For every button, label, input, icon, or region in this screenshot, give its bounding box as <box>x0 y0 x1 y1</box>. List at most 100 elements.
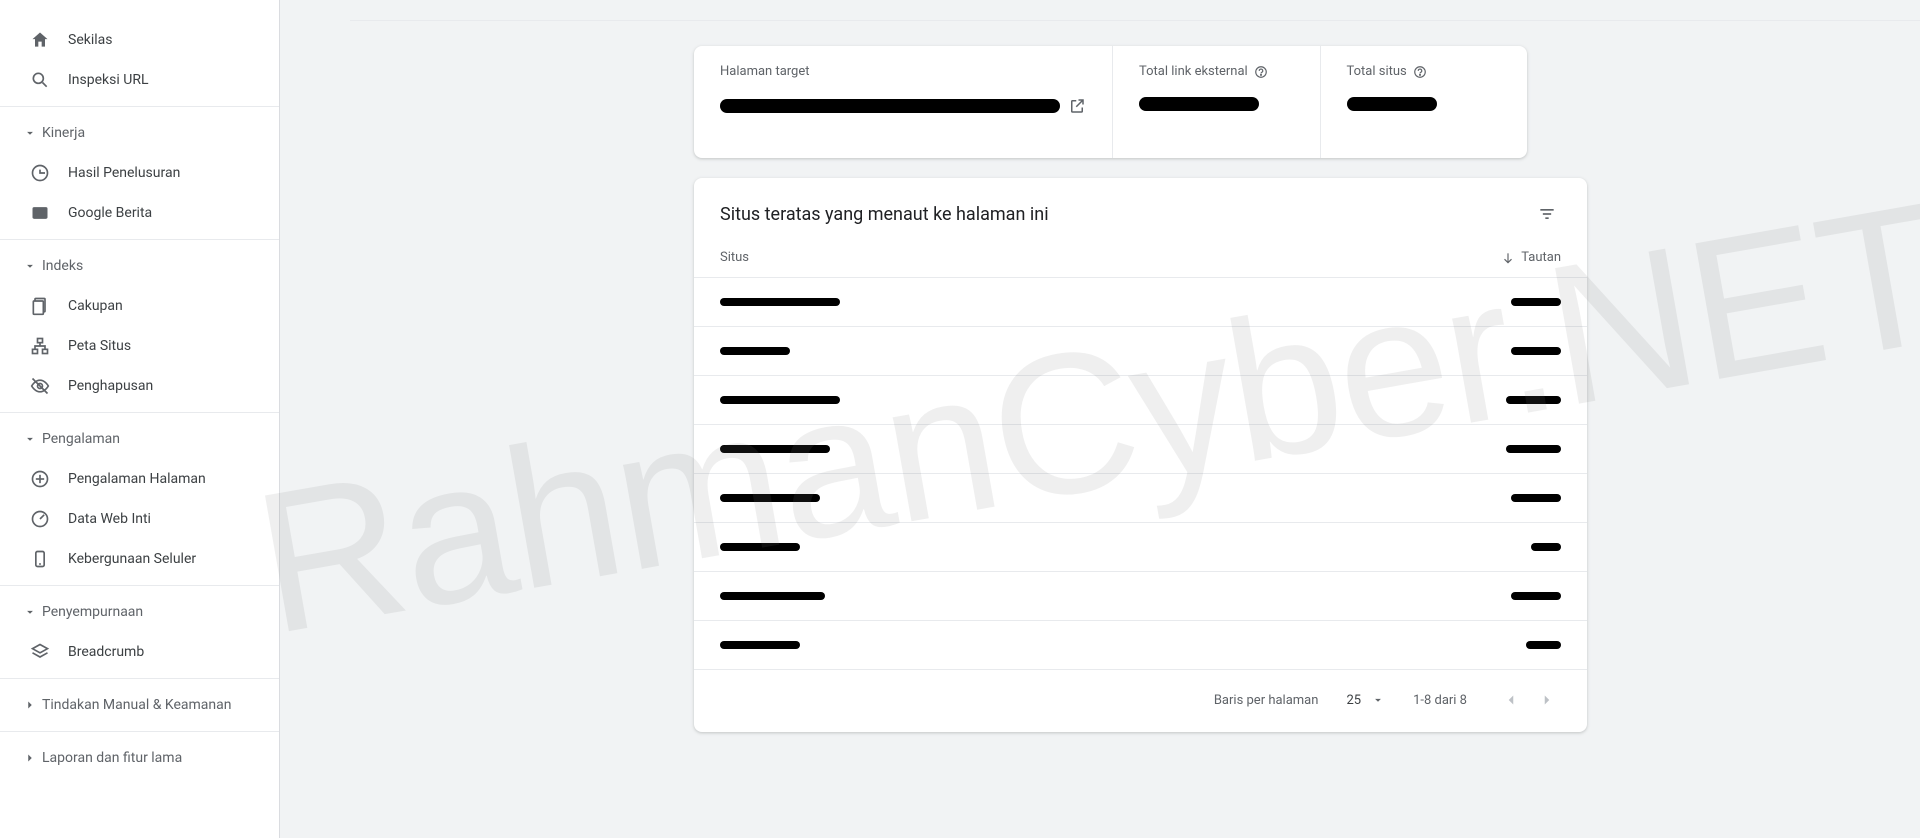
sidebar-item-overview[interactable]: Sekilas <box>0 20 279 60</box>
summary-value <box>1139 97 1294 111</box>
column-header-label: Tautan <box>1521 250 1561 265</box>
search-icon <box>28 68 52 92</box>
sidebar-item-label: Cakupan <box>68 298 123 314</box>
redacted-value <box>720 298 840 306</box>
table-row[interactable] <box>694 621 1587 670</box>
help-icon[interactable] <box>1413 65 1427 79</box>
help-icon[interactable] <box>1254 65 1268 79</box>
divider <box>0 412 279 413</box>
table-row[interactable] <box>694 572 1587 621</box>
divider <box>350 20 1920 21</box>
summary-card: Halaman target Total link eksternal <box>694 46 1527 158</box>
summary-label-text: Total link eksternal <box>1139 64 1248 79</box>
column-header-site[interactable]: Situs <box>720 250 749 265</box>
sidebar-item-coverage[interactable]: Cakupan <box>0 286 279 326</box>
sidebar-section-experience[interactable]: Pengalaman <box>0 419 279 459</box>
divider <box>0 678 279 679</box>
rows-per-page-select[interactable]: 25 <box>1346 693 1385 708</box>
sidebar-section-label: Indeks <box>42 258 83 274</box>
sidebar-section-label: Pengalaman <box>42 431 120 447</box>
sidebar-item-label: Inspeksi URL <box>68 72 149 88</box>
sitemap-icon <box>28 334 52 358</box>
sidebar-item-label: Penghapusan <box>68 378 153 394</box>
sidebar-item-mobile-usability[interactable]: Kebergunaan Seluler <box>0 539 279 579</box>
column-header-links[interactable]: Tautan <box>1501 250 1561 265</box>
table-row[interactable] <box>694 278 1587 327</box>
cell-links <box>1511 588 1561 604</box>
filter-button[interactable] <box>1533 200 1561 228</box>
summary-value <box>720 97 1086 115</box>
top-linking-sites-card: Situs teratas yang menaut ke halaman ini… <box>694 178 1587 732</box>
summary-label-text: Halaman target <box>720 64 810 79</box>
sidebar-item-google-news[interactable]: Google Berita <box>0 193 279 233</box>
table-title: Situs teratas yang menaut ke halaman ini <box>720 204 1049 225</box>
sidebar-section-index[interactable]: Indeks <box>0 246 279 286</box>
sidebar-section-legacy[interactable]: Laporan dan fitur lama <box>0 738 279 778</box>
chevron-down-icon <box>1371 693 1385 707</box>
divider <box>0 731 279 732</box>
sidebar-item-removals[interactable]: Penghapusan <box>0 366 279 406</box>
cell-site <box>720 539 800 555</box>
sidebar-section-label: Tindakan Manual & Keamanan <box>42 697 232 713</box>
redacted-value <box>1531 543 1561 551</box>
divider <box>0 239 279 240</box>
redacted-value <box>1506 445 1561 453</box>
cell-site <box>720 343 790 359</box>
table-row[interactable] <box>694 425 1587 474</box>
sidebar-section-enhancements[interactable]: Penyempurnaan <box>0 592 279 632</box>
sidebar-item-label: Hasil Penelusuran <box>68 165 180 181</box>
redacted-value <box>1139 97 1259 111</box>
divider <box>0 585 279 586</box>
sidebar-item-label: Peta Situs <box>68 338 131 354</box>
sidebar-item-page-experience[interactable]: Pengalaman Halaman <box>0 459 279 499</box>
redacted-value <box>720 543 800 551</box>
rows-per-page-label: Baris per halaman <box>1214 693 1319 708</box>
redacted-value <box>1347 97 1437 111</box>
sidebar-item-core-web-vitals[interactable]: Data Web Inti <box>0 499 279 539</box>
redacted-value <box>720 494 820 502</box>
table-row[interactable] <box>694 474 1587 523</box>
sidebar-section-label: Laporan dan fitur lama <box>42 750 182 766</box>
cell-site <box>720 392 840 408</box>
table-header-row: Situs Tautan <box>694 236 1587 278</box>
open-in-new-icon[interactable] <box>1068 97 1086 115</box>
sidebar-item-label: Sekilas <box>68 32 112 48</box>
arrow-down-icon <box>1501 251 1515 265</box>
sidebar-section-label: Penyempurnaan <box>42 604 143 620</box>
chevron-right-icon <box>20 748 40 768</box>
redacted-value <box>720 592 825 600</box>
chevron-down-icon <box>20 123 40 143</box>
chevron-down-icon <box>20 602 40 622</box>
sidebar-item-inspect-url[interactable]: Inspeksi URL <box>0 60 279 100</box>
sidebar-section-security[interactable]: Tindakan Manual & Keamanan <box>0 685 279 725</box>
sidebar-item-label: Pengalaman Halaman <box>68 471 206 487</box>
sidebar-item-search-results[interactable]: Hasil Penelusuran <box>0 153 279 193</box>
table-row[interactable] <box>694 523 1587 572</box>
divider <box>0 106 279 107</box>
sidebar-section-performance[interactable]: Kinerja <box>0 113 279 153</box>
cell-links <box>1506 441 1561 457</box>
cell-links <box>1526 637 1561 653</box>
cell-links <box>1531 539 1561 555</box>
home-icon <box>28 28 52 52</box>
sidebar-item-label: Data Web Inti <box>68 511 151 527</box>
pagination-range: 1-8 dari 8 <box>1413 693 1467 708</box>
sidebar-item-sitemaps[interactable]: Peta Situs <box>0 326 279 366</box>
google-g-icon <box>28 161 52 185</box>
cell-site <box>720 637 800 653</box>
chevron-down-icon <box>20 429 40 449</box>
sidebar-section-label: Kinerja <box>42 125 85 141</box>
cell-links <box>1511 294 1561 310</box>
table-row[interactable] <box>694 327 1587 376</box>
sidebar: Sekilas Inspeksi URL Kinerja Hasil Penel… <box>0 0 280 838</box>
sidebar-item-label: Google Berita <box>68 205 152 221</box>
table-row[interactable] <box>694 376 1587 425</box>
news-icon <box>28 201 52 225</box>
summary-value <box>1347 97 1502 111</box>
prev-page-button <box>1495 684 1527 716</box>
sidebar-item-breadcrumb[interactable]: Breadcrumb <box>0 632 279 672</box>
next-page-button <box>1531 684 1563 716</box>
redacted-url <box>720 99 1060 113</box>
redacted-value <box>1511 592 1561 600</box>
sidebar-item-label: Breadcrumb <box>68 644 144 660</box>
